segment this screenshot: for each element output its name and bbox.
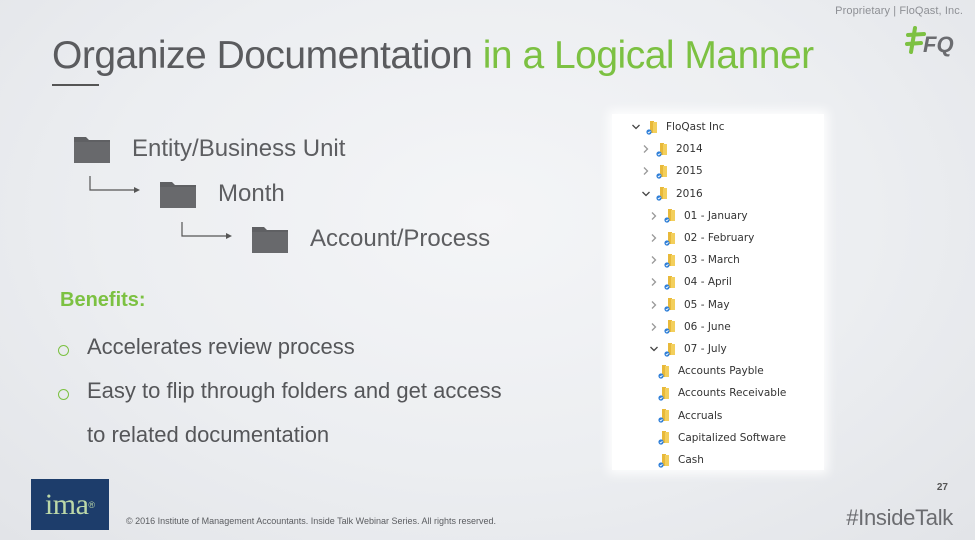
hierarchy-month: Month (158, 178, 285, 210)
chevron-right-icon[interactable] (648, 232, 660, 244)
synced-folder-icon (663, 253, 678, 268)
tree-item[interactable]: Cash (657, 451, 704, 469)
slide-title: Organize Documentation in a Logical Mann… (52, 34, 814, 78)
hierarchy-label: Entity/Business Unit (132, 135, 346, 162)
chevron-right-icon[interactable] (648, 299, 660, 311)
chevron-right-icon[interactable] (640, 165, 652, 177)
tree-item-label: 01 - January (684, 209, 748, 222)
tree-item[interactable]: 05 - May (648, 296, 730, 314)
tree-item-label: 2014 (676, 143, 703, 156)
tree-item-label: 06 - June (684, 320, 731, 333)
chevron-right-icon[interactable] (640, 143, 652, 155)
synced-folder-icon (663, 231, 678, 246)
folder-icon (158, 178, 198, 210)
hierarchy-label: Month (218, 180, 285, 207)
synced-folder-icon (657, 364, 672, 379)
copyright-notice: © 2016 Institute of Management Accountan… (126, 516, 496, 526)
tree-item-label: 07 - July (684, 343, 727, 355)
tree-item-label: Capitalized Software (678, 431, 786, 444)
synced-folder-icon (655, 142, 670, 157)
tree-item[interactable]: 07 - July (648, 340, 727, 358)
ima-logo-text: ima (44, 487, 89, 521)
tree-item[interactable]: Accounts Receivable (657, 384, 786, 402)
tree-item[interactable]: Capitalized Software (657, 429, 786, 447)
chevron-right-icon[interactable] (648, 321, 660, 333)
tree-item[interactable]: 03 - March (648, 251, 740, 269)
tree-item[interactable]: Accruals (657, 407, 722, 425)
tree-item-label: 03 - March (684, 254, 740, 267)
synced-folder-icon (657, 430, 672, 445)
title-main: Organize Documentation (52, 34, 473, 77)
benefits-title: Benefits: (60, 289, 146, 311)
tree-item[interactable]: 02 - February (648, 229, 754, 247)
benefit-text: Easy to flip through folders and get acc… (87, 378, 502, 447)
tree-item[interactable]: 2014 (640, 140, 703, 158)
synced-folder-icon (655, 186, 670, 201)
file-explorer-tree: FloQast Inc 2014 2015 2016 01 - January 02 - … (612, 114, 824, 470)
synced-folder-icon (657, 453, 672, 468)
tree-item[interactable]: 2016 (640, 185, 703, 203)
chevron-down-icon[interactable] (640, 188, 652, 200)
hierarchy-label: Account/Process (310, 225, 491, 252)
arrow-icon (180, 222, 240, 242)
tree-item[interactable]: FloQast Inc (630, 118, 725, 136)
synced-folder-icon (663, 342, 678, 357)
benefit-text: Accelerates review process (87, 334, 355, 359)
synced-folder-icon (655, 164, 670, 179)
tree-item[interactable]: 2015 (640, 162, 703, 180)
chevron-right-icon[interactable] (648, 254, 660, 266)
chevron-right-icon[interactable] (648, 276, 660, 288)
tree-item-label: 02 - February (684, 232, 755, 244)
tree-item[interactable]: Accounts Payble (657, 362, 764, 380)
bullet-icon (58, 345, 69, 356)
tree-item-label: Accruals (678, 409, 723, 422)
tree-item-label: 04 - April (684, 276, 732, 289)
synced-folder-icon (657, 386, 672, 401)
tree-item-label: Accounts Receivable (678, 387, 787, 400)
hashtag: #InsideTalk (846, 505, 953, 530)
tree-item[interactable]: 04 - April (648, 273, 732, 291)
bullet-icon (58, 389, 69, 400)
title-underline (52, 84, 99, 86)
synced-folder-icon (645, 120, 660, 135)
ima-logo: ima ® (31, 479, 109, 530)
tree-item-label: Accounts Payble (678, 365, 764, 378)
synced-folder-icon (663, 319, 678, 334)
folder-icon (250, 223, 290, 255)
tree-item[interactable]: 06 - June (648, 318, 731, 336)
proprietary-notice: Proprietary | FloQast, Inc. (835, 5, 963, 17)
tree-item-label: Cash (678, 454, 704, 466)
folder-icon (72, 133, 112, 165)
page-number: 27 (936, 482, 948, 493)
chevron-right-icon[interactable] (648, 210, 660, 222)
tree-item-label: 05 - May (684, 298, 730, 311)
arrow-icon (88, 176, 148, 196)
tree-item-label: FloQast Inc (666, 121, 725, 133)
svg-text:FQ: FQ (923, 32, 954, 57)
chevron-down-icon[interactable] (648, 343, 660, 355)
synced-folder-icon (657, 408, 672, 423)
hierarchy-entity: Entity/Business Unit (72, 133, 345, 165)
tree-item[interactable]: 01 - January (648, 207, 748, 225)
chevron-down-icon[interactable] (630, 121, 642, 133)
synced-folder-icon (663, 208, 678, 223)
benefit-item: Easy to flip through folders and get acc… (58, 378, 507, 457)
tree-item-label: 2016 (676, 187, 703, 200)
tree-item-label: 2015 (676, 165, 703, 178)
hierarchy-account: Account/Process (250, 223, 490, 255)
title-accent: in a Logical Manner (482, 34, 814, 77)
synced-folder-icon (663, 297, 678, 312)
floqast-logo-icon: FQ (905, 22, 961, 58)
ima-logo-mark: ® (88, 499, 96, 510)
benefit-item: Accelerates review process (58, 334, 355, 360)
synced-folder-icon (663, 275, 678, 290)
